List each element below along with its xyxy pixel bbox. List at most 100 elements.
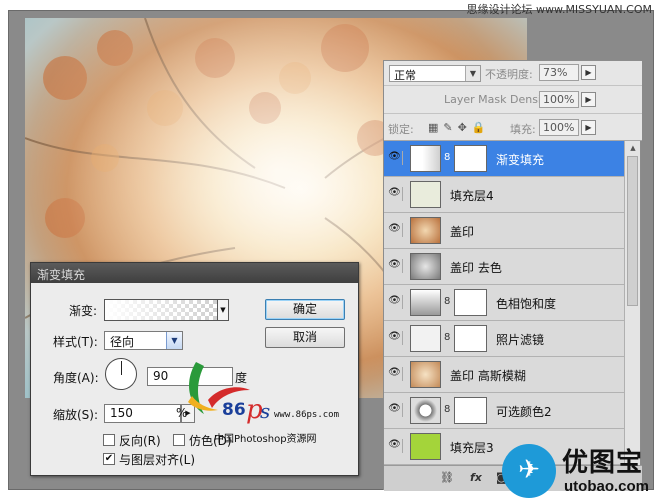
layers-panel: 正常 ▼ 不透明度: 73% ▶ Layer Mask Density 100%… bbox=[383, 60, 642, 491]
eye-icon[interactable]: 👁 bbox=[387, 331, 403, 345]
eye-icon[interactable]: 👁 bbox=[387, 187, 403, 201]
lock-paint-icon[interactable]: ✎ bbox=[443, 121, 452, 134]
hue-saturation-icon bbox=[410, 289, 441, 316]
layer-row[interactable]: 👁 盖印 高斯模糊 bbox=[384, 357, 626, 393]
dialog-title: 渐变填充 bbox=[31, 263, 358, 283]
blend-mode-value: 正常 bbox=[394, 69, 416, 82]
layer-name: 盖印 bbox=[450, 225, 475, 239]
utobao-en: utobao.com bbox=[564, 478, 649, 495]
scrollbar-thumb[interactable] bbox=[627, 156, 638, 306]
style-value: 径向 bbox=[110, 335, 135, 349]
layer-mask-thumbnail bbox=[454, 325, 487, 352]
layer-list-scrollbar[interactable]: ▲ bbox=[624, 141, 640, 465]
eye-icon[interactable]: 👁 bbox=[387, 403, 403, 417]
layer-list: 👁 8 渐变填充 👁 填充层4 👁 盖印 👁 盖印 去色 👁 8 色相饱和度 👁… bbox=[384, 141, 626, 465]
layer-name: 渐变填充 bbox=[496, 153, 545, 167]
eye-icon[interactable]: 👁 bbox=[387, 259, 403, 273]
gradient-dropdown-icon[interactable]: ▼ bbox=[218, 299, 229, 321]
86ps-brand: 86 bbox=[222, 400, 246, 420]
lock-row: 锁定: ▦ ✎ ✥ 🔒 填充: 100% ▶ bbox=[384, 113, 642, 141]
86ps-ps-logo: p s bbox=[246, 395, 270, 425]
bird-icon: ✈ bbox=[502, 444, 556, 498]
photo-filter-icon bbox=[410, 325, 441, 352]
blend-mode-select[interactable]: 正常 ▼ bbox=[389, 65, 481, 82]
layer-thumbnail bbox=[410, 217, 441, 244]
layer-thumbnail bbox=[410, 361, 441, 388]
link-icon[interactable]: 8 bbox=[444, 296, 450, 307]
ok-button[interactable]: 确定 bbox=[265, 299, 345, 320]
mask-density-row: Layer Mask Density 100% ▶ bbox=[384, 85, 642, 113]
eye-icon[interactable]: 👁 bbox=[387, 295, 403, 309]
86ps-tagline: 中国Photoshop资源网 bbox=[214, 434, 317, 445]
layer-mask-thumbnail bbox=[454, 397, 487, 424]
svg-text:s: s bbox=[260, 399, 270, 423]
lock-label: 锁定: bbox=[388, 123, 414, 136]
opacity-slider-button[interactable]: ▶ bbox=[581, 65, 596, 80]
layer-mask-thumbnail bbox=[454, 289, 487, 316]
layer-name: 盖印 高斯模糊 bbox=[450, 369, 526, 383]
reverse-label: 反向(R) bbox=[119, 434, 161, 448]
layer-row[interactable]: 👁 8 色相饱和度 bbox=[384, 285, 626, 321]
86ps-site: www.86ps.com bbox=[274, 410, 340, 420]
layer-name: 可选颜色2 bbox=[496, 405, 552, 419]
gradient-preview[interactable] bbox=[104, 299, 218, 321]
layer-thumbnail bbox=[410, 145, 441, 172]
reverse-checkbox[interactable] bbox=[103, 434, 115, 446]
eye-icon[interactable]: 👁 bbox=[387, 439, 403, 453]
watermark-utobao: ✈ 优图宝 utobao.com bbox=[502, 440, 658, 500]
scale-label: 缩放(S): bbox=[53, 408, 99, 422]
link-icon[interactable]: 8 bbox=[444, 332, 450, 343]
lock-all-icon[interactable]: 🔒 bbox=[472, 121, 486, 134]
scale-field[interactable]: 150 bbox=[104, 404, 181, 423]
angle-hand bbox=[121, 361, 122, 375]
cancel-button[interactable]: 取消 bbox=[265, 327, 345, 348]
layer-name: 色相饱和度 bbox=[496, 297, 557, 311]
selective-color-icon bbox=[410, 397, 441, 424]
chevron-down-icon[interactable]: ▼ bbox=[465, 66, 480, 81]
style-label: 样式(T): bbox=[53, 335, 98, 349]
chevron-down-icon[interactable]: ▼ bbox=[166, 332, 182, 349]
fill-slider-button[interactable]: ▶ bbox=[581, 120, 596, 135]
layer-thumbnail bbox=[410, 253, 441, 280]
fill-label: 填充: bbox=[510, 123, 536, 136]
eye-icon[interactable]: 👁 bbox=[387, 223, 403, 237]
link-layers-icon[interactable]: ⛓ bbox=[440, 471, 454, 484]
layer-row[interactable]: 👁 8 渐变填充 bbox=[384, 141, 626, 177]
opacity-field[interactable]: 73% bbox=[539, 64, 579, 81]
layer-row[interactable]: 👁 盖印 去色 bbox=[384, 249, 626, 285]
mask-density-slider-button[interactable]: ▶ bbox=[581, 92, 596, 107]
align-checkbox[interactable]: ✔ bbox=[103, 453, 115, 465]
scroll-up-icon[interactable]: ▲ bbox=[625, 141, 641, 155]
fill-field[interactable]: 100% bbox=[539, 119, 579, 136]
utobao-cn: 优图宝 bbox=[562, 448, 644, 478]
style-select[interactable]: 径向 ▼ bbox=[104, 331, 183, 350]
mask-density-label: Layer Mask Density bbox=[444, 93, 552, 106]
link-icon[interactable]: 8 bbox=[444, 152, 450, 163]
layer-name: 填充层3 bbox=[450, 441, 494, 455]
angle-dial[interactable] bbox=[105, 358, 137, 390]
layer-row[interactable]: 👁 8 可选颜色2 bbox=[384, 393, 626, 429]
lock-move-icon[interactable]: ✥ bbox=[458, 121, 467, 134]
lock-transparency-icon[interactable]: ▦ bbox=[428, 121, 438, 134]
align-label: 与图层对齐(L) bbox=[119, 453, 196, 467]
gradient-label: 渐变: bbox=[69, 304, 98, 318]
layer-name: 照片滤镜 bbox=[496, 333, 545, 347]
eye-icon[interactable]: 👁 bbox=[387, 151, 403, 165]
layer-mask-thumbnail bbox=[454, 145, 487, 172]
layer-row[interactable]: 👁 盖印 bbox=[384, 213, 626, 249]
layer-row[interactable]: 👁 8 照片滤镜 bbox=[384, 321, 626, 357]
layer-name: 填充层4 bbox=[450, 189, 494, 203]
layer-thumbnail bbox=[410, 181, 441, 208]
opacity-label: 不透明度: bbox=[485, 68, 533, 81]
watermark-86ps: 86 p s www.86ps.com 中国Photoshop资源网 bbox=[178, 352, 378, 452]
fx-icon[interactable]: fx bbox=[470, 471, 482, 484]
top-watermark: 思缘设计论坛 www.MISSYUAN.COM bbox=[466, 3, 652, 16]
blend-row: 正常 ▼ 不透明度: 73% ▶ bbox=[384, 61, 642, 85]
layer-thumbnail bbox=[410, 433, 441, 460]
layer-name: 盖印 去色 bbox=[450, 261, 502, 275]
mask-density-field[interactable]: 100% bbox=[539, 91, 579, 108]
layer-row[interactable]: 👁 填充层4 bbox=[384, 177, 626, 213]
link-icon[interactable]: 8 bbox=[444, 404, 450, 415]
angle-label: 角度(A): bbox=[53, 371, 99, 385]
eye-icon[interactable]: 👁 bbox=[387, 367, 403, 381]
